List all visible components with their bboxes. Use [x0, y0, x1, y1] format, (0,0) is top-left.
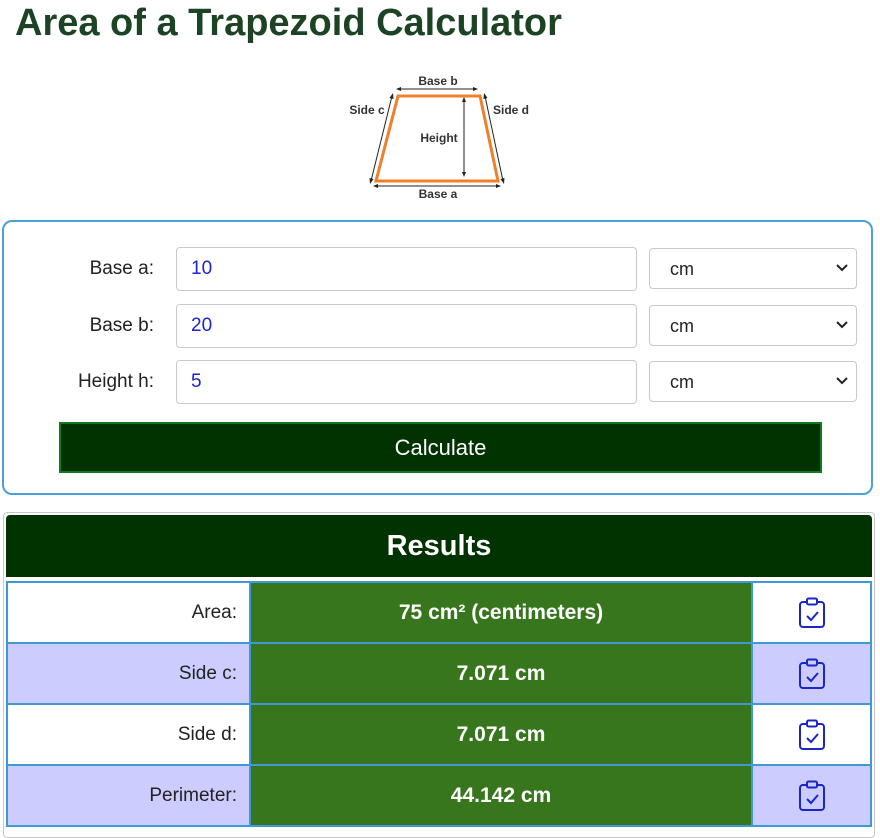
result-row-perimeter: Perimeter: 44.142 cm	[6, 764, 872, 827]
result-value: 44.142 cm	[249, 764, 753, 827]
diagram-label-height: Height	[420, 131, 457, 145]
clipboard-check-icon[interactable]	[798, 719, 826, 751]
clipboard-check-icon[interactable]	[798, 658, 826, 690]
height-unit-value: cm	[670, 372, 694, 392]
height-unit-select[interactable]: cm	[649, 361, 857, 402]
result-row-side-d: Side d: 7.071 cm	[6, 703, 872, 766]
results-panel: Results Area: 75 cm² (centimeters) Side …	[3, 512, 875, 838]
clipboard-check-icon[interactable]	[798, 597, 826, 629]
diagram-label-side-c: Side c	[349, 103, 385, 117]
result-label: Area:	[6, 581, 251, 644]
height-input[interactable]	[176, 360, 637, 404]
results-title: Results	[6, 515, 872, 577]
result-label: Side d:	[6, 703, 251, 766]
base-b-label: Base b:	[89, 315, 154, 336]
base-a-unit-select[interactable]: cm	[649, 248, 857, 289]
result-value: 7.071 cm	[249, 703, 753, 766]
results-table: Area: 75 cm² (centimeters) Side c: 7.071…	[6, 581, 872, 827]
trapezoid-diagram: Base b Base a Side c Side d Height	[349, 74, 529, 201]
base-b-unit-select[interactable]: cm	[649, 305, 857, 346]
calculator-form: Base a: cm Base b: cm Height h: cm Calcu…	[2, 220, 873, 495]
diagram-label-side-d: Side d	[493, 103, 529, 117]
height-label: Height h:	[77, 371, 154, 392]
calculate-button[interactable]: Calculate	[59, 422, 822, 473]
base-a-unit-value: cm	[670, 259, 694, 279]
diagram-label-base-a: Base a	[419, 187, 458, 201]
chevron-down-icon	[836, 321, 848, 329]
result-row-area: Area: 75 cm² (centimeters)	[6, 581, 872, 644]
result-label: Perimeter:	[6, 764, 251, 827]
base-a-input[interactable]	[176, 247, 637, 291]
base-a-row: Base a: cm	[4, 247, 871, 291]
result-row-side-c: Side c: 7.071 cm	[6, 642, 872, 705]
chevron-down-icon	[836, 264, 848, 272]
result-value: 75 cm² (centimeters)	[249, 581, 753, 644]
base-a-label: Base a:	[89, 258, 154, 279]
clipboard-check-icon[interactable]	[798, 780, 826, 812]
page-title: Area of a Trapezoid Calculator	[15, 2, 562, 44]
base-b-input[interactable]	[176, 304, 637, 348]
base-b-unit-value: cm	[670, 316, 694, 336]
base-b-row: Base b: cm	[4, 304, 871, 348]
result-label: Side c:	[6, 642, 251, 705]
result-value: 7.071 cm	[249, 642, 753, 705]
diagram-label-base-b: Base b	[418, 74, 457, 88]
height-row: Height h: cm	[4, 360, 871, 404]
chevron-down-icon	[836, 377, 848, 385]
